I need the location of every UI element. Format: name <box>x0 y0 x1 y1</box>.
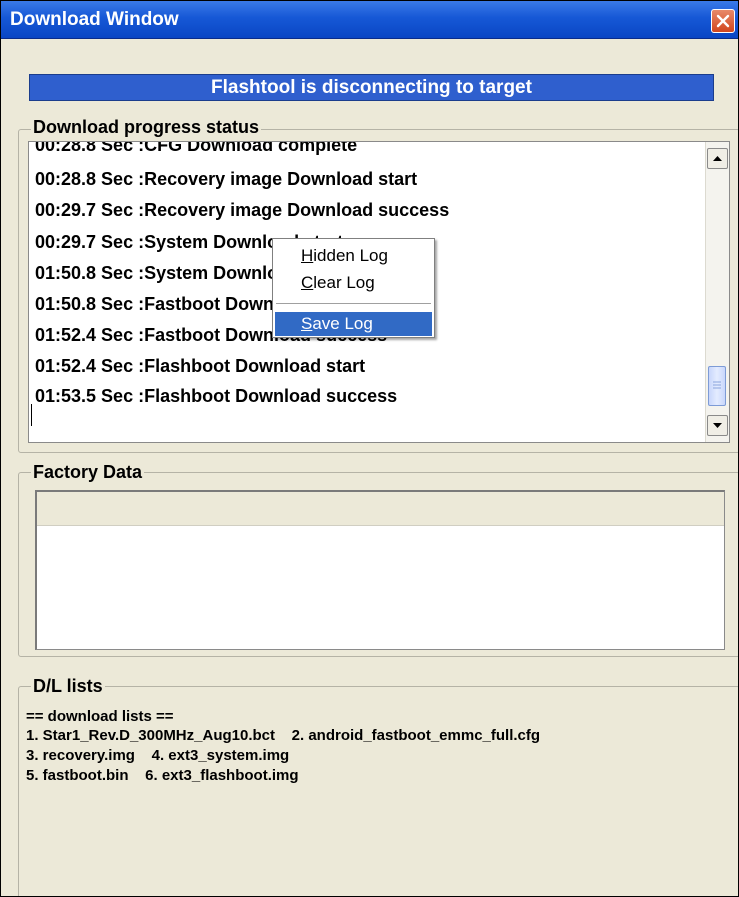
menu-item-save-log[interactable]: Save Log <box>275 312 432 336</box>
factory-group-label: Factory Data <box>31 462 145 482</box>
close-button[interactable] <box>711 9 735 33</box>
factory-data-list[interactable] <box>35 490 725 650</box>
status-banner: Flashtool is disconnecting to target <box>29 74 714 101</box>
log-line: 01:52.4 Sec :Flashboot Download start <box>35 356 366 376</box>
menu-item-label: Hidden Log <box>301 246 388 265</box>
menu-item-label: Save Log <box>301 314 373 333</box>
scroll-down-button[interactable] <box>707 415 728 436</box>
log-line: 01:53.5 Sec :Flashboot Download success <box>35 386 398 406</box>
scroll-up-button[interactable] <box>707 148 728 169</box>
menu-separator <box>276 303 431 305</box>
dl-list-line: 1. Star1_Rev.D_300MHz_Aug10.bct 2. andro… <box>26 727 541 744</box>
log-line: 00:29.7 Sec :Recovery image Download suc… <box>35 200 450 220</box>
grip-icon <box>713 381 721 389</box>
text-caret <box>31 404 32 426</box>
arrow-up-icon <box>713 156 722 161</box>
dl-list-line: == download lists == <box>26 708 174 725</box>
close-icon <box>716 14 730 28</box>
progress-group-label: Download progress status <box>31 117 262 137</box>
title-bar[interactable]: Download Window <box>1 1 738 39</box>
log-line: 00:28.8 Sec :Recovery image Download sta… <box>35 169 418 189</box>
menu-item-hidden-log[interactable]: Hidden Log <box>275 244 432 268</box>
menu-item-clear-log[interactable]: Clear Log <box>275 271 432 295</box>
dl-list-line: 3. recovery.img 4. ext3_system.img <box>26 747 290 764</box>
dl-list-line: 5. fastboot.bin 6. ext3_flashboot.img <box>26 767 299 784</box>
window-title: Download Window <box>10 9 179 30</box>
log-line: 00:28.8 Sec :CFG Download complete <box>35 141 358 155</box>
factory-list-header <box>37 492 724 526</box>
dl-lists-group-label: D/L lists <box>31 676 105 696</box>
arrow-down-icon <box>713 423 722 428</box>
scroll-thumb[interactable] <box>708 366 726 406</box>
menu-item-label: Clear Log <box>301 273 375 292</box>
context-menu: Hidden Log Clear Log Save Log <box>272 238 435 338</box>
download-window: Download Window Flashtool is disconnecti… <box>0 0 739 897</box>
log-scrollbar[interactable] <box>705 142 729 442</box>
